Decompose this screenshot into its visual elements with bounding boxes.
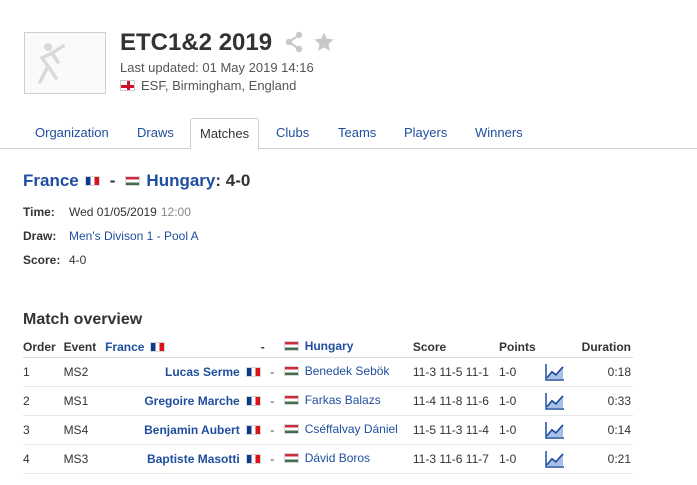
tab-matches[interactable]: Matches: [190, 118, 260, 150]
match-overview-heading: Match overview: [23, 311, 143, 328]
star-icon[interactable]: [313, 31, 335, 53]
france-flag-icon: [245, 366, 261, 377]
tab-organization[interactable]: Organization: [33, 118, 111, 149]
hungary-flag-icon: [125, 176, 141, 186]
score-value: 4-0: [69, 253, 87, 267]
row-score: 11-3 11-6 11-7: [412, 444, 499, 474]
draw-label: Draw:: [23, 229, 57, 243]
heading-separator: -: [109, 171, 116, 190]
match-stats-icon[interactable]: [544, 392, 565, 410]
col-points: Points: [499, 337, 545, 358]
england-flag-icon: [120, 80, 135, 91]
away-player-link[interactable]: Dávid Boros: [305, 451, 370, 465]
row-score: 11-4 11-8 11-6: [412, 386, 499, 416]
france-flag-icon: [245, 424, 261, 435]
row-duration: 0:21: [581, 444, 633, 474]
row-event: MS1: [63, 386, 106, 416]
match-heading: France - Hungary: 4-0: [23, 171, 250, 191]
col-home-team-link[interactable]: France: [105, 340, 144, 354]
home-team-link[interactable]: France: [23, 171, 79, 191]
venue: ESF, Birmingham, England: [120, 78, 296, 93]
hungary-flag-icon: [283, 395, 299, 405]
col-away-team-link[interactable]: Hungary: [305, 339, 354, 353]
score-row: Score: 4-0: [23, 253, 86, 267]
time-hour: 12:00: [160, 205, 191, 219]
col-away-team: Hungary: [283, 337, 413, 358]
france-flag-icon: [245, 453, 261, 464]
table-header-row: Order Event France - Hungary Score Point…: [23, 337, 633, 358]
hungary-flag-icon: [283, 424, 299, 434]
time-label: Time:: [23, 205, 55, 219]
col-event: Event: [63, 337, 106, 358]
time-row: Time: Wed 01/05/2019 12:00: [23, 205, 191, 219]
tab-teams[interactable]: Teams: [336, 118, 378, 149]
home-player-link[interactable]: Baptiste Masotti: [147, 452, 240, 466]
row-event: MS3: [63, 444, 106, 474]
match-stats-icon[interactable]: [544, 421, 565, 439]
col-separator: -: [260, 337, 284, 358]
share-icon[interactable]: [284, 31, 304, 53]
row-event: MS4: [63, 415, 106, 445]
row-order: 4: [23, 444, 64, 474]
tab-players[interactable]: Players: [402, 118, 449, 149]
draw-link[interactable]: Men's Divison 1 - Pool A: [69, 229, 199, 243]
row-event: MS2: [63, 357, 106, 387]
table-row: 3 MS4 Benjamin Aubert - Cséffalvay Dánie…: [23, 415, 633, 445]
row-order: 2: [23, 386, 64, 416]
row-points: 1-0: [499, 386, 545, 416]
table-row: 2 MS1 Gregoire Marche - Farkas Balazs 11…: [23, 386, 633, 416]
match-result: : 4-0: [215, 171, 251, 190]
away-team-link[interactable]: Hungary: [146, 171, 215, 191]
tab-bar: Organization Draws Matches Clubs Teams P…: [0, 118, 697, 150]
away-player-link[interactable]: Cséffalvay Dániel: [305, 422, 398, 436]
draw-row: Draw: Men's Divison 1 - Pool A: [23, 229, 199, 243]
row-duration: 0:18: [581, 357, 633, 387]
row-points: 1-0: [499, 415, 545, 445]
row-duration: 0:14: [581, 415, 633, 445]
row-separator: -: [260, 357, 284, 387]
time-value: Wed 01/05/2019: [69, 205, 157, 219]
last-updated: Last updated: 01 May 2019 14:16: [120, 60, 314, 75]
home-player-link[interactable]: Benjamin Aubert: [144, 423, 240, 437]
page-title: ETC1&2 2019: [120, 29, 273, 56]
home-player-link[interactable]: Lucas Serme: [165, 365, 240, 379]
match-stats-icon[interactable]: [544, 363, 565, 381]
match-overview-table: Order Event France - Hungary Score Point…: [23, 337, 633, 474]
row-separator: -: [260, 415, 284, 445]
france-flag-icon: [84, 176, 100, 186]
france-flag-icon: [245, 395, 261, 406]
european-squash-logo-icon: [38, 43, 65, 84]
away-player-link[interactable]: Farkas Balazs: [305, 393, 381, 407]
tab-clubs[interactable]: Clubs: [274, 118, 311, 149]
row-points: 1-0: [499, 444, 545, 474]
france-flag-icon: [150, 341, 166, 352]
table-row: 4 MS3 Baptiste Masotti - Dávid Boros 11-…: [23, 444, 633, 474]
tab-draws[interactable]: Draws: [135, 118, 176, 149]
col-order: Order: [23, 337, 64, 358]
hungary-flag-icon: [283, 366, 299, 376]
hungary-flag-icon: [283, 341, 299, 352]
row-separator: -: [260, 444, 284, 474]
col-score: Score: [412, 337, 499, 358]
venue-text: ESF, Birmingham, England: [141, 78, 297, 93]
score-label: Score:: [23, 253, 61, 267]
col-stats: [544, 337, 582, 358]
row-points: 1-0: [499, 357, 545, 387]
row-order: 3: [23, 415, 64, 445]
row-duration: 0:33: [581, 386, 633, 416]
row-score: 11-3 11-5 11-1: [412, 357, 499, 387]
table-row: 1 MS2 Lucas Serme - Benedek Sebök 11-3 1…: [23, 357, 633, 387]
tournament-logo: [24, 32, 106, 94]
hungary-flag-icon: [283, 453, 299, 463]
home-player-link[interactable]: Gregoire Marche: [144, 394, 239, 408]
row-order: 1: [23, 357, 64, 387]
col-duration: Duration: [581, 337, 633, 358]
away-player-link[interactable]: Benedek Sebök: [305, 364, 390, 378]
tab-winners[interactable]: Winners: [473, 118, 525, 149]
row-separator: -: [260, 386, 284, 416]
col-home-team: France: [105, 337, 261, 358]
row-score: 11-5 11-3 11-4: [412, 415, 499, 445]
match-stats-icon[interactable]: [544, 450, 565, 468]
